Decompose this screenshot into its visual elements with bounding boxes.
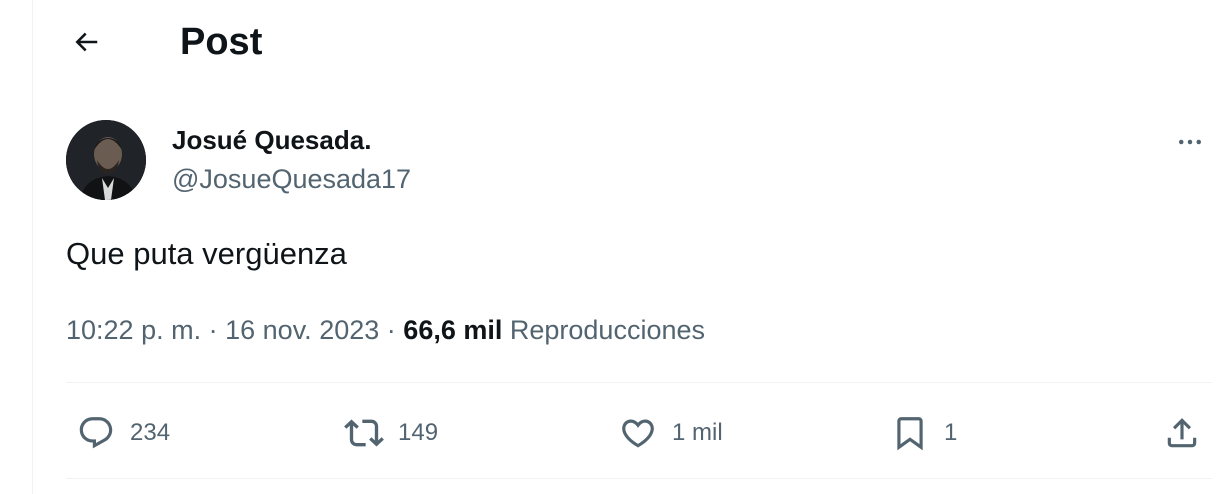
post-text: Que puta vergüenza xyxy=(66,236,347,271)
like-count: 1 mil xyxy=(672,419,723,446)
avatar[interactable] xyxy=(66,120,146,200)
bookmark-count: 1 xyxy=(944,419,958,446)
page-title: Post xyxy=(180,21,263,63)
reply-count: 234 xyxy=(130,419,171,446)
divider xyxy=(66,382,1212,383)
share-icon xyxy=(1162,413,1202,453)
post-date[interactable]: 16 nov. 2023 xyxy=(225,315,379,345)
repost-count: 149 xyxy=(398,419,439,446)
like-button[interactable]: 1 mil xyxy=(618,410,723,456)
views-count: 66,6 mil xyxy=(403,315,503,345)
more-options-button[interactable] xyxy=(1168,124,1212,160)
views-label: Reproducciones xyxy=(509,315,705,345)
bookmark-button[interactable]: 1 xyxy=(890,410,957,456)
author-display-name[interactable]: Josué Quesada. xyxy=(172,124,371,156)
back-button[interactable] xyxy=(62,20,110,64)
repost-button[interactable]: 149 xyxy=(344,410,438,456)
share-button[interactable] xyxy=(1162,410,1202,456)
meta-separator: · xyxy=(208,315,218,345)
author-handle[interactable]: @JosueQuesada17 xyxy=(172,162,411,196)
arrow-left-icon xyxy=(71,27,101,57)
post-time[interactable]: 10:22 p. m. xyxy=(66,315,201,345)
bookmark-icon xyxy=(890,413,930,453)
more-horizontal-icon xyxy=(1175,127,1205,157)
repost-icon xyxy=(344,413,384,453)
post-meta: 10:22 p. m. · 16 nov. 2023 · 66,6 mil Re… xyxy=(66,312,705,348)
reply-button[interactable]: 234 xyxy=(76,410,170,456)
column-border xyxy=(32,0,33,494)
heart-icon xyxy=(618,413,658,453)
divider xyxy=(66,478,1212,479)
reply-icon xyxy=(76,413,116,453)
meta-separator: · xyxy=(386,315,396,345)
